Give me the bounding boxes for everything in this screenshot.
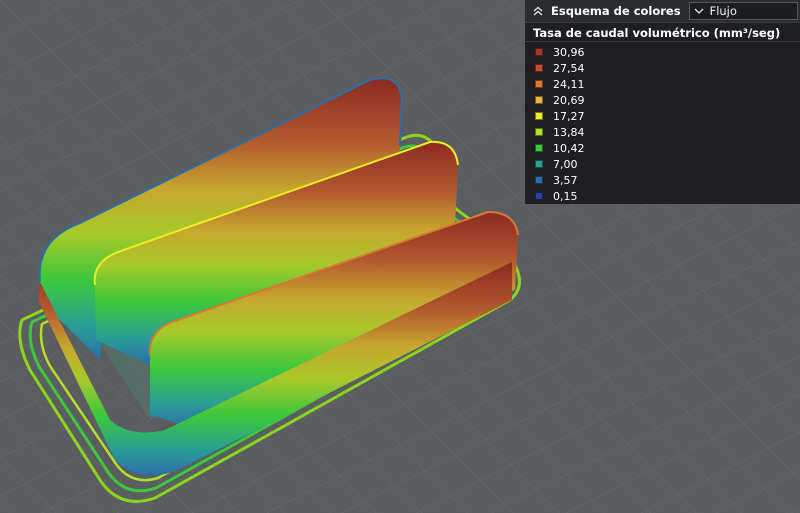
legend-swatch [535,176,543,184]
color-scheme-value: Flujo [709,4,737,18]
legend-label: 13,84 [553,125,585,139]
legend-label: 7,00 [553,157,578,171]
legend-swatch [535,80,543,88]
legend-item: 10,42 [525,140,800,156]
collapse-button[interactable] [525,0,551,22]
legend-item: 24,11 [525,76,800,92]
legend-swatch [535,160,543,168]
color-scheme-header: Esquema de colores Flujo [525,0,800,23]
double-chevron-up-icon [533,6,543,16]
legend-item: 17,27 [525,108,800,124]
legend-item: 3,57 [525,172,800,188]
legend-item: 30,96 [525,44,800,60]
legend-item: 27,54 [525,60,800,76]
legend-swatch [535,96,543,104]
legend-list: 30,96 27,54 24,11 20,69 17,27 13,84 10,4… [525,42,800,204]
color-scheme-title: Esquema de colores [551,4,681,18]
legend-swatch [535,128,543,136]
legend-swatch [535,112,543,120]
color-scheme-panel: Esquema de colores Flujo Tasa de caudal … [525,0,800,204]
legend-label: 30,96 [553,45,585,59]
legend-swatch [535,64,543,72]
legend-label: 10,42 [553,141,585,155]
legend-label: 24,11 [553,77,585,91]
legend-item: 7,00 [525,156,800,172]
legend-item: 0,15 [525,188,800,204]
legend-label: 3,57 [553,173,578,187]
legend-swatch [535,144,543,152]
legend-swatch [535,192,543,200]
legend-label: 20,69 [553,93,585,107]
legend-label: 0,15 [553,189,578,203]
legend-label: 17,27 [553,109,585,123]
chevron-down-icon [694,8,704,14]
legend-label: 27,54 [553,61,585,75]
legend-item: 13,84 [525,124,800,140]
color-scheme-select[interactable]: Flujo [688,2,798,20]
legend-swatch [535,48,543,56]
legend-item: 20,69 [525,92,800,108]
legend-title: Tasa de caudal volumétrico (mm³/seg) [525,23,800,42]
